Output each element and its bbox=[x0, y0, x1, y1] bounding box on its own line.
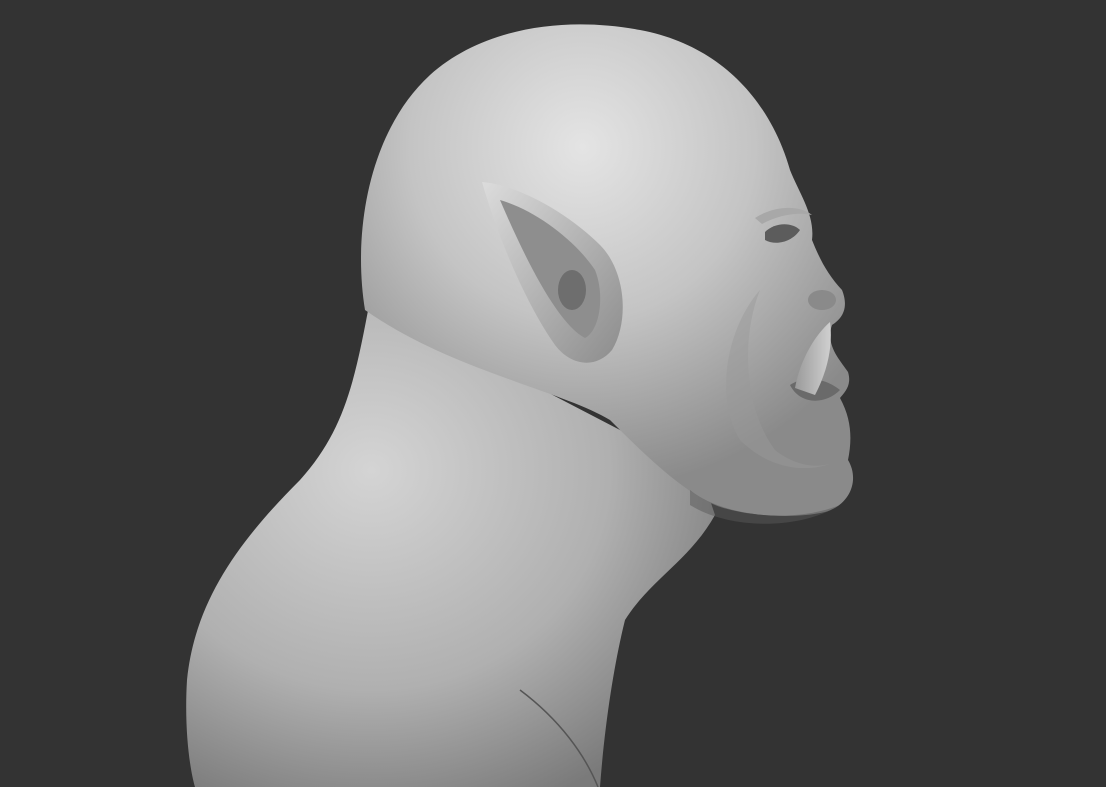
nostril bbox=[808, 290, 836, 310]
ear-canal bbox=[558, 270, 586, 310]
viewport-canvas[interactable] bbox=[0, 0, 1106, 787]
